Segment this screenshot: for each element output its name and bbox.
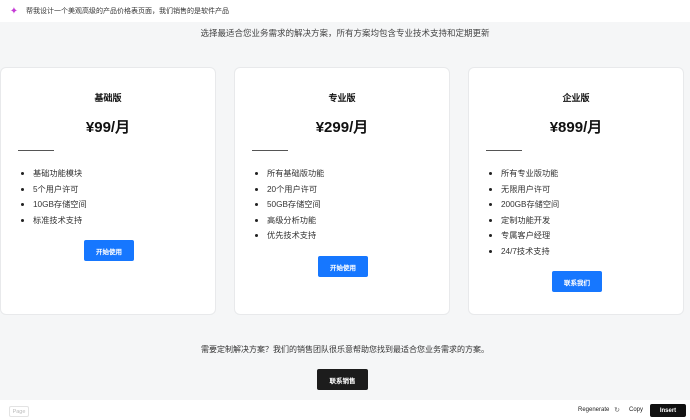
plan-card-basic: 基础版 ¥99/月 基础功能模块 5个用户许可 10GB存储空间 标准技术支持 … bbox=[0, 67, 216, 315]
feature-item: 所有专业版功能 bbox=[489, 166, 559, 182]
bullet bbox=[255, 203, 258, 207]
feature-item: 200GB存储空间 bbox=[489, 197, 559, 213]
bullet bbox=[489, 218, 492, 222]
bullet bbox=[21, 172, 24, 176]
start-button-basic[interactable]: 开始使用 bbox=[84, 240, 134, 261]
feature-list: 所有专业版功能 无限用户许可 200GB存储空间 定制功能开发 专属客户经理 2… bbox=[489, 166, 559, 259]
page-button[interactable]: Page bbox=[9, 406, 29, 417]
plan-name: 基础版 bbox=[94, 93, 122, 103]
plan-name: 企业版 bbox=[562, 93, 590, 103]
bullet bbox=[489, 234, 492, 238]
page-subtitle: 选择最适合您业务需求的解决方案，所有方案均包含专业技术支持和定期更新 bbox=[200, 28, 490, 38]
insert-button[interactable]: Insert bbox=[650, 404, 686, 417]
contact-us-button[interactable]: 联系我们 bbox=[552, 271, 602, 292]
feature-item: 5个用户许可 bbox=[21, 182, 87, 198]
plan-price: ¥99/月 bbox=[85, 119, 131, 136]
plan-price: ¥899/月 bbox=[549, 119, 603, 136]
feature-list: 基础功能模块 5个用户许可 10GB存储空间 标准技术支持 bbox=[21, 166, 87, 228]
feature-item: 24/7技术支持 bbox=[489, 244, 559, 260]
sparkle-icon: ✦ bbox=[9, 5, 19, 17]
bullet bbox=[489, 249, 492, 253]
feature-item: 50GB存储空间 bbox=[255, 197, 324, 213]
feature-list: 所有基础版功能 20个用户许可 50GB存储空间 高级分析功能 优先技术支持 bbox=[255, 166, 324, 244]
prompt-text: 帮我设计一个美观高级的产品价格表页面，我们销售的是软件产品 bbox=[26, 8, 229, 15]
feature-item: 无限用户许可 bbox=[489, 182, 559, 198]
feature-item: 20个用户许可 bbox=[255, 182, 324, 198]
plan-name: 专业版 bbox=[328, 93, 356, 103]
feature-item: 基础功能模块 bbox=[21, 166, 87, 182]
feature-item: 优先技术支持 bbox=[255, 228, 324, 244]
feature-item: 10GB存储空间 bbox=[21, 197, 87, 213]
feature-item: 定制功能开发 bbox=[489, 213, 559, 229]
divider bbox=[252, 150, 288, 151]
bullet bbox=[489, 203, 492, 207]
bullet bbox=[255, 172, 258, 176]
regenerate-button[interactable]: Regenerate bbox=[578, 407, 609, 413]
feature-item: 高级分析功能 bbox=[255, 213, 324, 229]
feature-item: 专属客户经理 bbox=[489, 228, 559, 244]
bullet bbox=[255, 187, 258, 191]
plan-card-pro: 专业版 ¥299/月 所有基础版功能 20个用户许可 50GB存储空间 高级分析… bbox=[234, 67, 450, 315]
prompt-bar: ✦ 帮我设计一个美观高级的产品价格表页面，我们销售的是软件产品 bbox=[0, 0, 690, 22]
bullet bbox=[255, 234, 258, 238]
bottom-toolbar: Page Regenerate ↻ Copy Insert bbox=[0, 400, 690, 420]
plan-card-enterprise: 企业版 ¥899/月 所有专业版功能 无限用户许可 200GB存储空间 定制功能… bbox=[468, 67, 684, 315]
copy-button[interactable]: Copy bbox=[629, 407, 643, 413]
bullet bbox=[21, 187, 24, 191]
plan-price: ¥299/月 bbox=[315, 119, 369, 136]
bullet bbox=[21, 218, 24, 222]
bullet bbox=[489, 187, 492, 191]
refresh-icon[interactable]: ↻ bbox=[612, 405, 622, 415]
feature-item: 标准技术支持 bbox=[21, 213, 87, 229]
bullet bbox=[21, 203, 24, 207]
divider bbox=[18, 150, 54, 151]
custom-solution-text: 需要定制解决方案？我们的销售团队很乐意帮助您找到最适合您业务需求的方案。 bbox=[201, 345, 489, 354]
bullet bbox=[255, 218, 258, 222]
bullet bbox=[489, 172, 492, 176]
start-button-pro[interactable]: 开始使用 bbox=[318, 256, 368, 277]
divider bbox=[486, 150, 522, 151]
feature-item: 所有基础版功能 bbox=[255, 166, 324, 182]
contact-sales-button[interactable]: 联系销售 bbox=[317, 369, 368, 390]
